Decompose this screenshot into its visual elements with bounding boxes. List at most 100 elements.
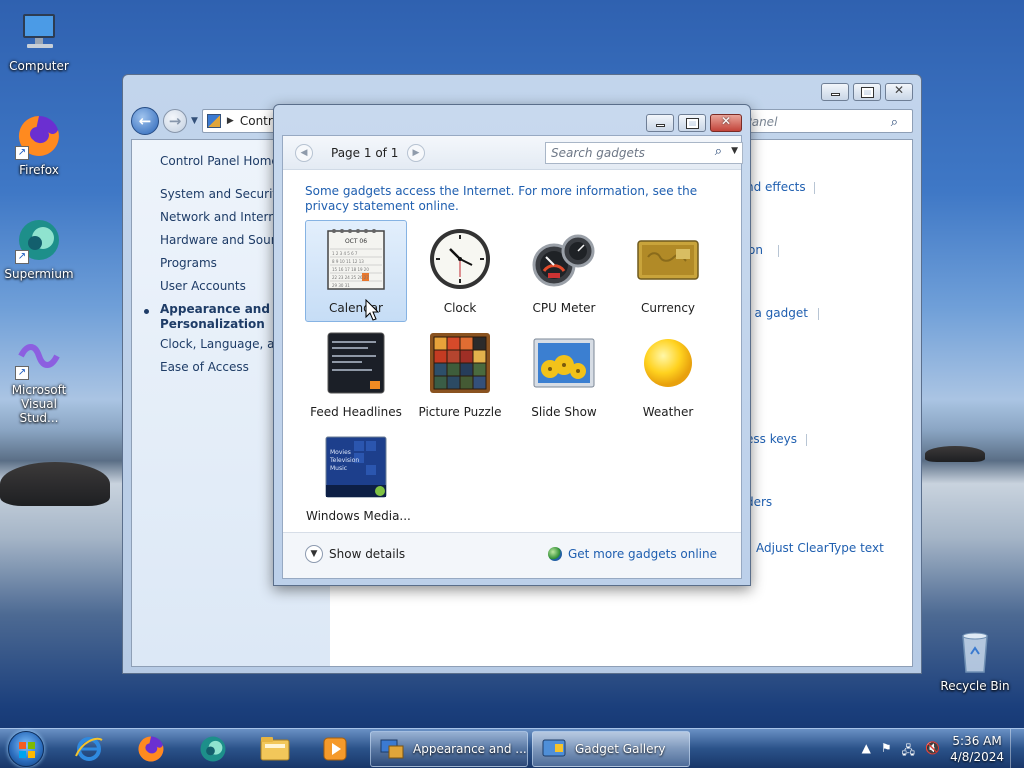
minimize-icon [831, 93, 840, 96]
gadget-search-input[interactable] [551, 146, 701, 160]
supermium-icon [200, 736, 226, 762]
currency-icon [636, 227, 700, 291]
back-button[interactable]: ← [131, 107, 159, 135]
recent-pages-dropdown-icon[interactable]: ▼ [191, 116, 198, 126]
system-clock[interactable]: 5:36 AM 4/8/2024 [950, 733, 1004, 765]
gadget-feed-headlines[interactable]: Feed Headlines [305, 324, 407, 426]
picture-puzzle-icon [428, 331, 492, 395]
next-page-button[interactable]: ▶ [407, 144, 425, 162]
pinned-supermium[interactable] [188, 731, 238, 767]
gadget-windows-media-center[interactable]: Movies Television Music Windows Media... [305, 428, 411, 530]
maximize-icon [861, 87, 874, 98]
task-label: Gadget Gallery [575, 742, 666, 756]
link-adjust-cleartype[interactable]: Adjust ClearType text [756, 541, 884, 555]
gallery-footer: ▼ Show details Get more gadgets online [283, 532, 741, 578]
desktop-icon-recycle-bin[interactable]: Recycle Bin [936, 628, 1014, 693]
desktop-icon-supermium[interactable]: ↗ Supermium [0, 216, 78, 281]
search-dropdown-icon[interactable]: ▼ [731, 146, 738, 156]
breadcrumb[interactable]: Contr [240, 114, 273, 128]
gadget-name: CPU Meter [532, 301, 596, 315]
minimize-button[interactable] [646, 114, 674, 132]
windows-logo-icon [19, 742, 35, 758]
desktop-icon-visual-studio[interactable]: ↗ Microsoft Visual Stud... [0, 332, 78, 425]
window-controls: ✕ [646, 114, 742, 132]
desktop-icon-computer[interactable]: Computer [0, 8, 78, 73]
svg-text:8 9 10 11 12 13: 8 9 10 11 12 13 [332, 259, 364, 264]
background-rocks [925, 446, 985, 462]
gadget-search[interactable]: ⌕ ▼ [545, 142, 743, 164]
recycle-bin-icon [951, 628, 999, 676]
gadget-name: Weather [642, 405, 694, 419]
link-effects[interactable]: nd effects [746, 180, 806, 194]
media-menu-item: Movies [330, 449, 351, 456]
forward-button[interactable]: → [163, 109, 187, 133]
link-access-keys[interactable]: ess keys [746, 432, 797, 446]
svg-text:15 16 17 18 19 20: 15 16 17 18 19 20 [332, 267, 369, 272]
start-button[interactable] [8, 731, 44, 767]
sidebar-item-appearance[interactable]: Appearance and Personalization [160, 302, 270, 332]
chevron-down-icon: ▼ [305, 545, 323, 563]
windows-media-icon: Movies Television Music [324, 435, 388, 499]
globe-icon [547, 547, 562, 561]
volume-muted-icon[interactable]: 🔇 [925, 741, 940, 762]
gadget-name: Currency [640, 301, 696, 315]
clock-date: 4/8/2024 [950, 750, 1004, 764]
gadget-calendar[interactable]: 1 2 3 4 5 6 7 8 9 10 11 12 13 15 16 17 18 … [305, 220, 407, 322]
prev-page-button[interactable]: ◀ [295, 144, 313, 162]
gadget-name: Calendar [329, 301, 383, 315]
mouse-cursor-icon [365, 299, 379, 321]
minimize-button[interactable] [821, 83, 849, 101]
pinned-firefox[interactable] [126, 731, 176, 767]
network-icon[interactable]: 🖧 [902, 741, 915, 762]
gadget-name: Picture Puzzle [418, 405, 502, 419]
feed-headlines-icon [324, 331, 388, 395]
show-hidden-icons-icon[interactable]: ▲ [862, 741, 871, 762]
supermium-icon: ↗ [15, 216, 63, 264]
gadget-gallery-icon [542, 739, 566, 757]
close-button[interactable]: ✕ [885, 83, 913, 101]
control-panel-search[interactable]: ol Panel ⌕ [724, 110, 904, 134]
search-icon[interactable]: ⌕ [891, 115, 898, 130]
gadget-name: Clock [443, 301, 477, 315]
pinned-media-player[interactable] [310, 731, 360, 767]
task-gadget-gallery[interactable]: Gadget Gallery [532, 731, 690, 767]
breadcrumb-separator-icon[interactable]: ▶ [227, 116, 234, 126]
media-menu-item: Television [330, 457, 360, 464]
gadget-currency[interactable]: Currency [617, 220, 719, 322]
firefox-icon [138, 736, 164, 762]
get-more-gadgets-link[interactable]: Get more gadgets online [547, 547, 717, 561]
media-menu: Movies Television Music [330, 449, 359, 473]
cpu-meter-icon [532, 227, 596, 291]
gadget-name: Windows Media... [306, 509, 411, 523]
search-icon[interactable]: ⌕ [715, 144, 722, 159]
pinned-file-explorer[interactable] [250, 731, 300, 767]
show-details-toggle[interactable]: ▼ Show details [305, 545, 405, 563]
show-desktop-button[interactable] [1010, 729, 1024, 768]
gadget-slide-show[interactable]: Slide Show [513, 324, 615, 426]
privacy-notice-link[interactable]: Some gadgets access the Internet. For mo… [305, 184, 715, 214]
gadget-cpu-meter[interactable]: CPU Meter [513, 220, 615, 322]
internet-explorer-icon [75, 737, 103, 761]
link-uninstall-gadget[interactable]: ll a gadget [744, 306, 808, 320]
close-icon: ✕ [720, 114, 732, 128]
close-button[interactable]: ✕ [710, 114, 742, 132]
svg-text:22 23 24 25 26 27: 22 23 24 25 26 27 [332, 275, 369, 280]
maximize-button[interactable] [853, 83, 881, 101]
gadget-picture-puzzle[interactable]: Picture Puzzle [409, 324, 511, 426]
gallery-toolbar: ◀ Page 1 of 1 ▶ ⌕ ▼ [283, 136, 743, 170]
gadget-name: Feed Headlines [310, 405, 402, 419]
desktop-icon-firefox[interactable]: ↗ Firefox [0, 112, 78, 177]
get-more-gadgets-label: Get more gadgets online [567, 547, 717, 561]
action-center-flag-icon[interactable]: ⚑ [881, 741, 892, 762]
calendar-month-label: OCT 06 [344, 238, 368, 245]
gadget-clock[interactable]: Clock [409, 220, 511, 322]
pinned-internet-explorer[interactable] [64, 731, 114, 767]
gadget-gallery-window[interactable]: ✕ ◀ Page 1 of 1 ▶ ⌕ ▼ Some gadgets acces… [273, 104, 751, 586]
task-appearance-and-personalization[interactable]: Appearance and ... [370, 731, 528, 767]
computer-icon [15, 8, 63, 56]
gadget-weather[interactable]: Weather [617, 324, 719, 426]
maximize-button[interactable] [678, 114, 706, 132]
control-panel-icon [206, 114, 221, 128]
gadget-gallery-body: ◀ Page 1 of 1 ▶ ⌕ ▼ Some gadgets access … [282, 135, 743, 579]
gadget-name: Slide Show [531, 405, 597, 419]
